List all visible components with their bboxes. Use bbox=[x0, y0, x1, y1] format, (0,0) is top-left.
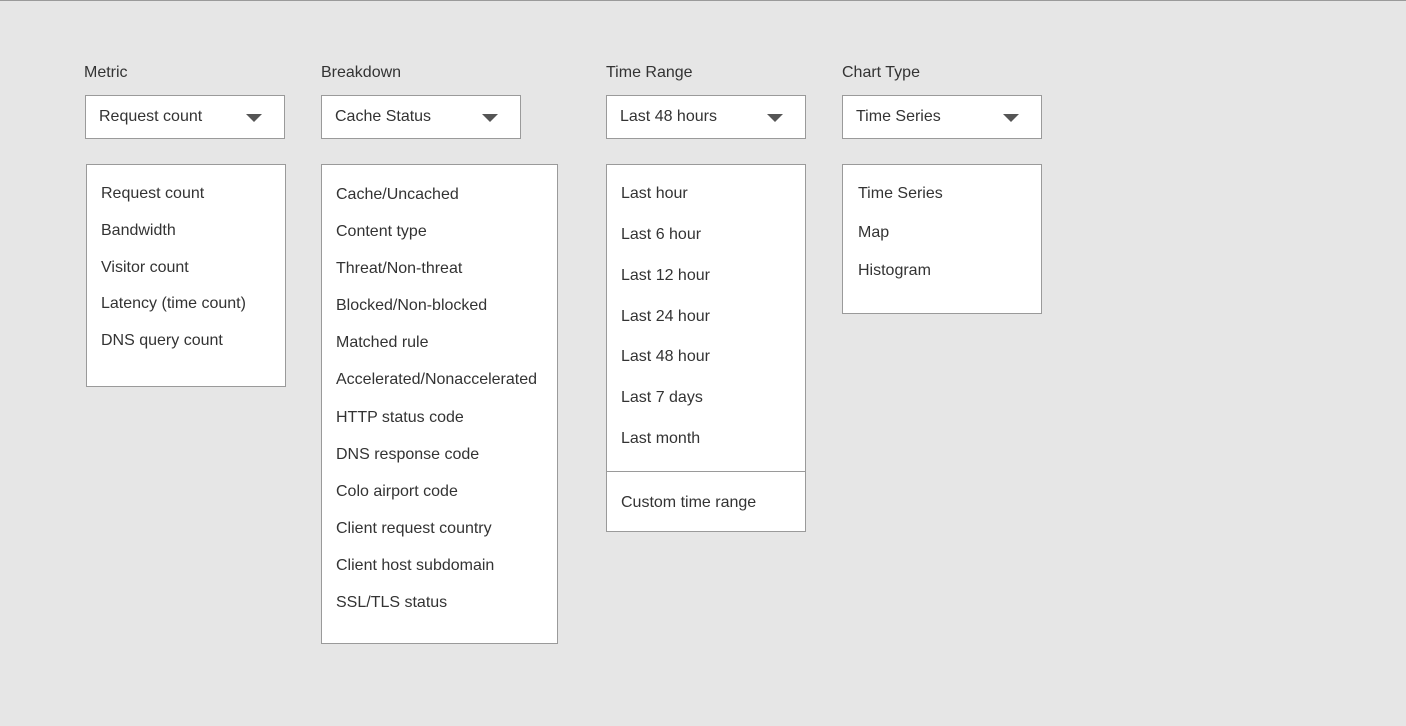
metric-option[interactable]: Bandwidth bbox=[101, 221, 176, 241]
breakdown-option[interactable]: Colo airport code bbox=[336, 482, 458, 502]
chart-type-label: Chart Type bbox=[842, 64, 920, 81]
chevron-down-icon bbox=[1003, 114, 1019, 122]
breakdown-option[interactable]: Matched rule bbox=[336, 333, 429, 353]
breakdown-option[interactable]: Content type bbox=[336, 222, 427, 242]
time-range-option[interactable]: Last 48 hour bbox=[621, 347, 710, 367]
breakdown-option[interactable]: Client host subdomain bbox=[336, 556, 494, 576]
chevron-down-icon bbox=[246, 114, 262, 122]
chart-type-option[interactable]: Histogram bbox=[858, 261, 931, 281]
chart-type-option[interactable]: Time Series bbox=[858, 184, 943, 204]
chevron-down-icon bbox=[767, 114, 783, 122]
time-range-option[interactable]: Last 24 hour bbox=[621, 307, 710, 327]
time-range-option[interactable]: Last month bbox=[621, 429, 700, 449]
chart-type-selected-value: Time Series bbox=[856, 108, 941, 125]
time-range-option[interactable]: Last 7 days bbox=[621, 388, 703, 408]
chevron-down-icon bbox=[482, 114, 498, 122]
metric-option[interactable]: Latency (time count) bbox=[101, 294, 246, 314]
breakdown-option[interactable]: Threat/Non-threat bbox=[336, 259, 462, 279]
breakdown-option[interactable]: Client request country bbox=[336, 519, 492, 539]
breakdown-option[interactable]: HTTP status code bbox=[336, 408, 464, 428]
breakdown-select[interactable]: Cache Status bbox=[321, 95, 521, 139]
metric-label: Metric bbox=[84, 64, 128, 81]
chart-type-select[interactable]: Time Series bbox=[842, 95, 1042, 139]
time-range-options-list: Last hour Last 6 hour Last 12 hour Last … bbox=[606, 164, 806, 532]
chart-type-option[interactable]: Map bbox=[858, 223, 889, 243]
time-range-divider bbox=[607, 471, 805, 472]
time-range-selected-value: Last 48 hours bbox=[620, 108, 717, 125]
chart-type-options-list: Time Series Map Histogram bbox=[842, 164, 1042, 314]
breakdown-option[interactable]: Cache/Uncached bbox=[336, 185, 459, 205]
breakdown-option[interactable]: DNS response code bbox=[336, 445, 479, 465]
custom-time-range-option[interactable]: Custom time range bbox=[621, 493, 756, 513]
breakdown-option[interactable]: Accelerated/Nonaccelerated bbox=[336, 370, 537, 390]
metric-options-list: Request count Bandwidth Visitor count La… bbox=[86, 164, 286, 387]
time-range-option[interactable]: Last hour bbox=[621, 184, 688, 204]
breakdown-option[interactable]: Blocked/Non-blocked bbox=[336, 296, 487, 316]
metric-option[interactable]: Request count bbox=[101, 184, 204, 204]
time-range-option[interactable]: Last 6 hour bbox=[621, 225, 701, 245]
breakdown-option[interactable]: SSL/TLS status bbox=[336, 593, 447, 613]
metric-option[interactable]: Visitor count bbox=[101, 258, 189, 278]
metric-selected-value: Request count bbox=[99, 108, 203, 125]
time-range-label: Time Range bbox=[606, 64, 693, 81]
metric-select[interactable]: Request count bbox=[85, 95, 285, 139]
breakdown-label: Breakdown bbox=[321, 64, 402, 81]
time-range-option[interactable]: Last 12 hour bbox=[621, 266, 710, 286]
breakdown-options-list: Cache/Uncached Content type Threat/Non-t… bbox=[321, 164, 558, 644]
time-range-select[interactable]: Last 48 hours bbox=[606, 95, 806, 139]
metric-option[interactable]: DNS query count bbox=[101, 331, 223, 351]
breakdown-selected-value: Cache Status bbox=[335, 108, 432, 125]
